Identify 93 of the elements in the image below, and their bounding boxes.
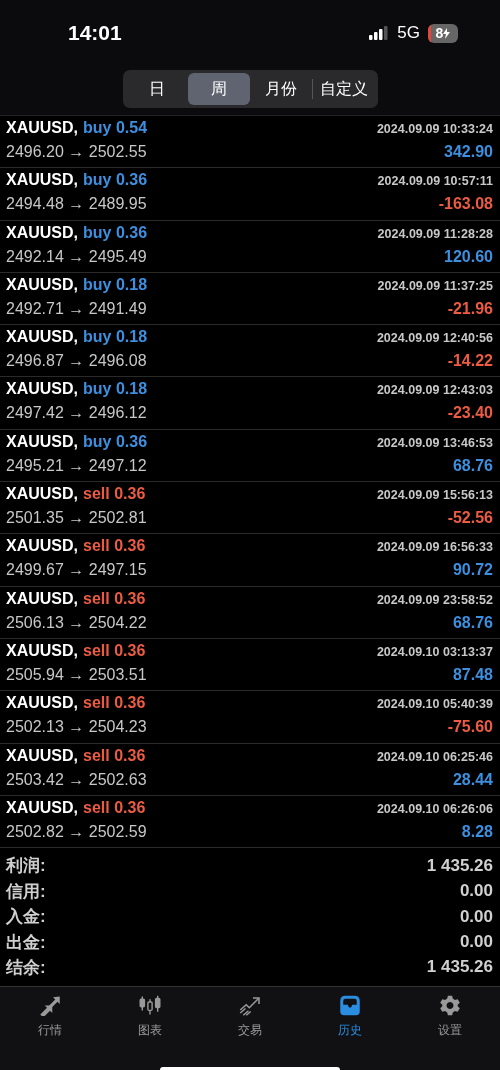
- trade-time: 2024.09.10 03:13:37: [376, 644, 493, 659]
- summary-value: 1 435.26: [426, 957, 493, 978]
- price-range: 2502.82 → 2502.59: [6, 822, 147, 841]
- tab-bar-item[interactable]: 设置: [400, 995, 500, 1040]
- symbol-label: XAUUSD,: [6, 641, 78, 659]
- price-range: 2492.14 → 2495.49: [6, 247, 147, 266]
- price-range: 2499.67 → 2497.15: [6, 561, 147, 580]
- tab-bar-item[interactable]: 图表: [100, 995, 200, 1040]
- summary-label: 入金:: [6, 906, 46, 929]
- period-tab[interactable]: 周: [187, 73, 250, 105]
- summary-label: 结余:: [6, 956, 46, 979]
- profit-value: 68.76: [452, 613, 493, 632]
- profit-value: 8.28: [461, 822, 493, 841]
- profit-value: -52.56: [447, 509, 493, 528]
- trade-time: 2024.09.09 16:56:33: [376, 540, 493, 555]
- order-type: sell 0.36: [83, 641, 146, 659]
- order-type: buy 0.36: [83, 432, 148, 450]
- symbol-label: XAUUSD,: [6, 798, 78, 816]
- summary-value: 0.00: [459, 906, 493, 927]
- profit-value: 87.48: [452, 665, 493, 684]
- clock-time: 14:01: [68, 21, 123, 45]
- period-tab[interactable]: 自定义: [312, 73, 375, 105]
- symbol-label: XAUUSD,: [6, 328, 78, 346]
- order-type: sell 0.36: [83, 485, 146, 503]
- trade-time: 2024.09.09 12:43:03: [376, 383, 493, 398]
- symbol-label: XAUUSD,: [6, 223, 78, 241]
- profit-value: 28.44: [452, 770, 493, 789]
- summary-value: 1 435.26: [426, 855, 493, 876]
- tab-bar-item[interactable]: 交易: [200, 995, 300, 1040]
- trade-time: 2024.09.09 11:37:25: [377, 278, 493, 293]
- order-type: buy 0.18: [83, 328, 148, 346]
- profit-value: -75.60: [447, 718, 493, 737]
- profit-value: -14.22: [447, 352, 493, 371]
- trade-time: 2024.09.09 13:46:53: [376, 435, 493, 450]
- price-range: 2503.42 → 2502.63: [6, 770, 147, 789]
- trade-time: 2024.09.09 10:33:24: [376, 122, 493, 136]
- price-range: 2495.21 → 2497.12: [6, 456, 147, 475]
- price-range: 2497.42 → 2496.12: [6, 404, 147, 423]
- trade-time: 2024.09.10 06:25:46: [376, 749, 493, 764]
- price-range: 2501.35 → 2502.81: [6, 509, 147, 528]
- price-range: 2502.13 → 2504.23: [6, 718, 147, 737]
- period-tab[interactable]: 月份: [249, 73, 312, 105]
- profit-value: 68.76: [452, 456, 493, 475]
- signal-icon: [369, 26, 390, 40]
- symbol-label: XAUUSD,: [6, 746, 78, 764]
- summary-label: 信用:: [6, 880, 46, 903]
- profit-value: -21.96: [447, 299, 493, 318]
- order-type: buy 0.36: [83, 223, 148, 241]
- symbol-label: XAUUSD,: [6, 171, 78, 189]
- price-range: 2494.48 → 2489.95: [6, 195, 147, 214]
- order-type: buy 0.18: [83, 275, 148, 293]
- symbol-label: XAUUSD,: [6, 432, 78, 450]
- period-tab[interactable]: 日: [125, 73, 188, 105]
- battery-indicator: 8: [428, 23, 458, 43]
- symbol-label: XAUUSD,: [6, 537, 78, 555]
- trade-time: 2024.09.09 15:56:13: [376, 488, 493, 503]
- trade-time: 2024.09.10 05:40:39: [376, 697, 493, 712]
- symbol-label: XAUUSD,: [6, 485, 78, 503]
- tab-bar-item[interactable]: 历史: [300, 995, 400, 1040]
- price-range: 2496.87 → 2496.08: [6, 352, 147, 371]
- symbol-label: XAUUSD,: [6, 589, 78, 607]
- summary-value: 0.00: [459, 881, 493, 902]
- profit-value: -163.08: [438, 195, 493, 214]
- order-type: buy 0.36: [83, 171, 148, 189]
- order-type: buy 0.54: [83, 119, 148, 136]
- symbol-label: XAUUSD,: [6, 694, 78, 712]
- symbol-label: XAUUSD,: [6, 275, 78, 293]
- price-range: 2506.13 → 2504.22: [6, 613, 147, 632]
- price-range: 2505.94 → 2503.51: [6, 665, 147, 684]
- summary-value: 0.00: [459, 932, 493, 952]
- profit-value: -23.40: [447, 404, 493, 423]
- order-type: sell 0.36: [83, 798, 146, 816]
- order-type: sell 0.36: [83, 537, 146, 555]
- trade-time: 2024.09.09 11:28:28: [377, 226, 493, 241]
- price-range: 2496.20 → 2502.55: [6, 143, 147, 161]
- order-type: sell 0.36: [83, 746, 146, 764]
- trade-time: 2024.09.09 12:40:56: [376, 331, 493, 346]
- order-type: sell 0.36: [83, 694, 146, 712]
- trade-time: 2024.09.10 06:26:06: [376, 801, 493, 816]
- symbol-label: XAUUSD,: [6, 380, 78, 398]
- price-range: 2492.71 → 2491.49: [6, 299, 147, 318]
- trade-time: 2024.09.09 10:57:11: [377, 174, 493, 189]
- symbol-label: XAUUSD,: [6, 119, 78, 136]
- summary-label: 出金:: [6, 931, 46, 954]
- profit-value: 90.72: [452, 561, 493, 580]
- network-label: 5G: [397, 23, 420, 43]
- profit-value: 120.60: [444, 247, 493, 266]
- profit-value: 342.90: [444, 143, 493, 161]
- tab-bar-item[interactable]: 行情: [0, 995, 100, 1040]
- summary-label: 利润:: [6, 855, 46, 878]
- trade-time: 2024.09.09 23:58:52: [376, 592, 493, 607]
- order-type: sell 0.36: [83, 589, 146, 607]
- order-type: buy 0.18: [83, 380, 148, 398]
